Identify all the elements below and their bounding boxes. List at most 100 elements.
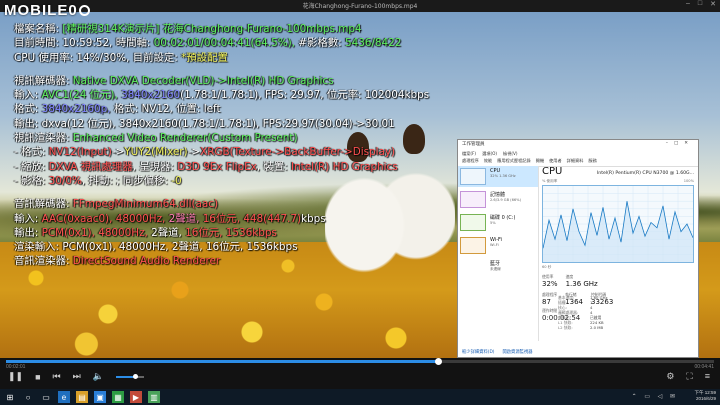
- tm-cpu-model: Intel(R) Pentium(R) CPU N3700 @ 1.60G...: [596, 171, 694, 176]
- tm-item-memory[interactable]: 記憶體 2.6/3.9 GB (66%): [458, 189, 538, 210]
- tm-item-sub: 2.6/3.9 GB (66%): [490, 198, 521, 202]
- tm-menu-bar: 檔案(F) 選項(O) 檢視(V): [458, 151, 698, 158]
- menu-icon[interactable]: ≡: [705, 371, 710, 382]
- osd-fmt-texture: XRGB(Texture->BackBuffer->Display): [200, 146, 396, 159]
- next-icon[interactable]: ⏭: [73, 371, 81, 382]
- osd-frame-rest: , 抖動: ; 同步偏移:: [81, 174, 168, 187]
- osd-cpu-setting: *預設配置: [181, 51, 228, 64]
- tm-item-name: 藍牙: [490, 261, 501, 267]
- window-title: 花海Changhong-Furano-100mbps.mp4: [302, 3, 418, 10]
- tm-tab-users[interactable]: 使用者: [549, 158, 562, 166]
- osd-arend-value: DirectSound Audio Renderer: [72, 255, 221, 268]
- fullscreen-icon[interactable]: ⛶: [686, 371, 692, 382]
- tm-tab-startup[interactable]: 開機: [536, 158, 544, 166]
- tm-item-wifi[interactable]: Wi-Fi Wi-Fi: [458, 235, 538, 256]
- close-icon[interactable]: ✕: [710, 0, 716, 8]
- tm-title: 工作管理員: [462, 142, 485, 147]
- seek-bar[interactable]: [6, 358, 714, 365]
- tm-item-cpu[interactable]: CPU 32% 1.36 GHz: [458, 166, 538, 187]
- osd-input-rest: (1.78:1/1.78:1), FPS: 29.97, 位元率: 102004…: [180, 89, 430, 102]
- volume-knob[interactable]: [132, 373, 138, 379]
- search-icon[interactable]: ○: [22, 391, 34, 403]
- osd-format-label: 格式:: [14, 103, 39, 116]
- osd-input-label: 輸入:: [14, 89, 39, 102]
- tm-tab-services[interactable]: 服務: [588, 158, 596, 166]
- task-view-icon[interactable]: ▭: [40, 391, 52, 403]
- osd-time-clock: 10:59:52,: [62, 37, 113, 50]
- osd-aout-channels: 2聲道,: [151, 226, 182, 239]
- resource-monitor-link[interactable]: 開啟資源監視器: [502, 349, 532, 355]
- osd-frame-value: 30/0%: [48, 174, 82, 187]
- tm-spec-key: L2 快取:: [558, 325, 573, 330]
- tm-item-sub: 5%: [490, 221, 496, 225]
- taskbar-clock[interactable]: 下午 12:59 2016/6/29: [694, 390, 716, 402]
- osd-ain-hz: 48000Hz,: [115, 212, 166, 225]
- tm-item-bluetooth[interactable]: 藍牙 未連線: [458, 258, 538, 279]
- tm-item-disk[interactable]: 磁碟 0 (C:) 5%: [458, 212, 538, 233]
- tm-graph-label: % 使用率: [542, 179, 558, 183]
- osd-file-label: 檔案名稱:: [14, 23, 60, 35]
- edge-icon[interactable]: e: [58, 391, 70, 403]
- task-manager-window[interactable]: 工作管理員 –□✕ 檔案(F) 選項(O) 檢視(V) 處理程序 效能 應用程式…: [457, 139, 699, 358]
- volume-icon[interactable]: 🔈: [93, 371, 104, 382]
- tm-item-name: 磁碟 0 (C:): [490, 215, 516, 221]
- tm-menu-view[interactable]: 檢視(V): [503, 151, 518, 158]
- minimize-icon[interactable]: –: [686, 0, 690, 8]
- pause-icon[interactable]: ❚❚: [8, 371, 23, 382]
- system-tray[interactable]: ⌃ ▭ ◁ ✉: [632, 393, 678, 400]
- tm-tab-details[interactable]: 詳細資料: [567, 158, 584, 166]
- osd-aout-label: 輸出:: [14, 226, 39, 239]
- osd-time-label: 目前時間:: [14, 37, 60, 50]
- player-right-buttons: ⚙ ⛶ ≡: [666, 371, 710, 382]
- tm-tab-performance[interactable]: 效能: [484, 158, 492, 166]
- volume-slider[interactable]: [115, 373, 144, 379]
- seek-bar-fill: [6, 360, 438, 363]
- osd-fmt-arrow-2: ->: [187, 146, 201, 159]
- store-icon[interactable]: ▣: [94, 391, 106, 403]
- osd-scale-presenter-label: , 呈現器:: [132, 160, 174, 173]
- tm-stat-speed-value: 1.36 GHz: [565, 280, 598, 288]
- osd-output-line: 輸出: dxva(12 位元), 3840x2160(1.78:1/1.78:1…: [14, 117, 395, 130]
- window-controls: – □ ✕: [686, 0, 716, 8]
- osd-ain-unit: kbps: [301, 212, 326, 225]
- app-icon[interactable]: ▦: [112, 391, 124, 403]
- tm-tab-processes[interactable]: 處理程序: [462, 158, 479, 166]
- player-app-icon[interactable]: ▶: [130, 391, 142, 403]
- start-icon[interactable]: ⊞: [4, 391, 16, 403]
- osd-time-axis-value: 00:02:01/00:04:41(64.5%),: [153, 37, 295, 50]
- tm-window-controls[interactable]: –□✕: [666, 141, 694, 146]
- previous-icon[interactable]: ⏮: [53, 371, 61, 382]
- tm-spec-value: 1.60 GHz: [590, 295, 608, 300]
- osd-cpu-line: CPU 使用率: 14%/30%, 目前設定:: [14, 51, 178, 64]
- task-manager-taskbar-icon[interactable]: ▥: [148, 391, 160, 403]
- disk-thumbnail: [460, 214, 486, 231]
- cpu-thumbnail: [460, 168, 486, 185]
- seek-bar-knob[interactable]: [434, 358, 442, 365]
- osd-input-codec: AVC1(24 位元),: [41, 89, 118, 102]
- osd-format-rest: 格式: NV12, 位置: left: [113, 103, 221, 116]
- tm-menu-file[interactable]: 檔案(F): [462, 151, 476, 158]
- osd-format-value: 3840x2160p,: [41, 103, 111, 116]
- tm-graph-time: 60 秒: [542, 265, 552, 269]
- memory-thumbnail: [460, 191, 486, 208]
- osd-fmt-arrow-1: ->: [111, 146, 125, 159]
- stop-icon[interactable]: ■: [35, 372, 40, 382]
- osd-scale-device-label: , 裝置:: [256, 160, 288, 173]
- osd-aout-rate: 1536kbps: [225, 226, 277, 239]
- stats-overlay: 檔案名稱: [精研視314K演示片] 花海Changhong-Furano-10…: [14, 22, 429, 269]
- maximize-icon[interactable]: □: [698, 0, 702, 8]
- osd-input-res: 3840x2160: [121, 89, 181, 102]
- mobile01-logo: MOBILE0: [4, 2, 90, 19]
- file-explorer-icon[interactable]: ▤: [76, 391, 88, 403]
- cpu-usage-svg: [543, 186, 693, 262]
- tm-tab-app-history[interactable]: 應用程式歷程記錄: [497, 158, 531, 166]
- player-controls: 00:02:01 00:04:41 ❚❚ ■ ⏮ ⏭ 🔈 ⚙ ⛶ ≡: [0, 358, 720, 389]
- osd-adec-label: 音訊解碼器:: [14, 198, 70, 211]
- osd-ain-channels: 2聲道,: [168, 212, 200, 225]
- tm-stat-proc-value: 87: [542, 298, 551, 306]
- settings-icon[interactable]: ⚙: [666, 371, 674, 382]
- osd-frame-sync: -0: [171, 174, 182, 187]
- osd-frames-value: 5436/8422: [344, 37, 402, 50]
- tm-menu-options[interactable]: 選項(O): [482, 151, 497, 158]
- fewer-details-link[interactable]: 較少詳細資料(D): [462, 349, 494, 355]
